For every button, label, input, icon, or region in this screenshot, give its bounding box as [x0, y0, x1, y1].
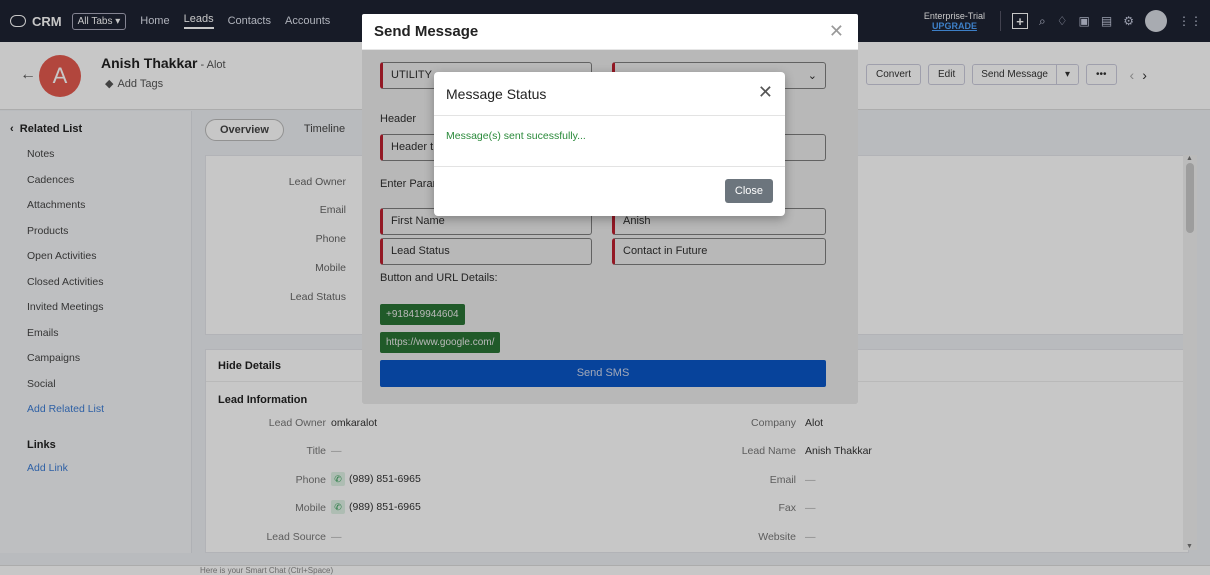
success-message: Message(s) sent sucessfully... [446, 130, 586, 142]
close-button[interactable]: Close [724, 179, 773, 203]
message-status-dialog: Message Status ✕ Message(s) sent sucessf… [434, 72, 785, 216]
send-message-title: Send Message [374, 23, 479, 40]
divider [434, 115, 785, 116]
close-icon[interactable]: ✕ [758, 82, 773, 103]
close-icon[interactable]: ✕ [829, 21, 844, 42]
divider [434, 166, 785, 167]
send-message-header: Send Message ✕ [362, 14, 858, 50]
message-status-title: Message Status [446, 86, 547, 102]
